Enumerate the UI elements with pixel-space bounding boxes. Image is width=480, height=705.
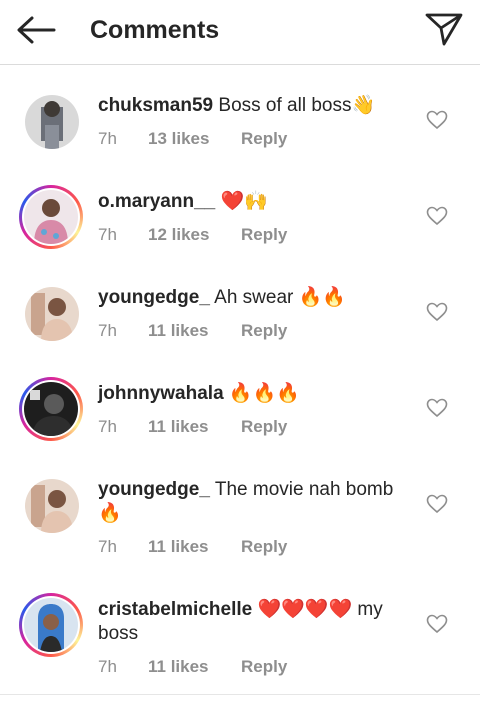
comment-text: o.maryann__ ❤️🙌	[98, 190, 408, 214]
comment-meta: 7h 11 likes Reply	[98, 320, 287, 342]
reply-button[interactable]: Reply	[241, 224, 287, 246]
comment-time: 7h	[98, 225, 117, 244]
reply-button[interactable]: Reply	[241, 416, 287, 438]
page-title: Comments	[90, 16, 220, 44]
heart-icon[interactable]	[426, 398, 448, 418]
avatar[interactable]	[19, 377, 83, 441]
comment-likes[interactable]: 11 likes	[148, 536, 241, 558]
comment-body: Ah swear 🔥🔥	[214, 287, 346, 308]
comment-meta: 7h 11 likes Reply	[98, 416, 287, 438]
paper-plane-icon[interactable]	[424, 11, 464, 47]
heart-icon[interactable]	[426, 206, 448, 226]
comment-time: 7h	[98, 321, 117, 340]
heart-icon[interactable]	[426, 614, 448, 634]
comment-text: johnnywahala 🔥🔥🔥	[98, 382, 408, 406]
avatar[interactable]	[25, 479, 79, 533]
comment-time: 7h	[98, 657, 117, 676]
comment-body: Boss of all boss👋	[218, 95, 376, 116]
avatar[interactable]	[19, 593, 83, 657]
comment-time: 7h	[98, 417, 117, 436]
comment-likes[interactable]: 11 likes	[148, 656, 241, 678]
comment-meta: 7h 11 likes Reply	[98, 656, 287, 678]
comment-username[interactable]: chuksman59	[98, 95, 213, 116]
reply-button[interactable]: Reply	[241, 536, 287, 558]
comment-username[interactable]: johnnywahala	[98, 383, 224, 404]
reply-button[interactable]: Reply	[241, 320, 287, 342]
divider	[0, 694, 480, 695]
heart-icon[interactable]	[426, 302, 448, 322]
comment-meta: 7h 11 likes Reply	[98, 536, 287, 558]
comment-likes[interactable]: 12 likes	[148, 224, 241, 246]
comment-likes[interactable]: 11 likes	[148, 416, 241, 438]
comment-meta: 7h 12 likes Reply	[98, 224, 287, 246]
comment-text: chuksman59 Boss of all boss👋	[98, 94, 408, 118]
avatar[interactable]	[19, 185, 83, 249]
reply-button[interactable]: Reply	[241, 656, 287, 678]
comment-meta: 7h 13 likes Reply	[98, 128, 287, 150]
avatar[interactable]	[25, 95, 79, 149]
comment-text: youngedge_ Ah swear 🔥🔥	[98, 286, 408, 310]
comment-likes[interactable]: 11 likes	[148, 320, 241, 342]
heart-icon[interactable]	[426, 494, 448, 514]
comment-list: chuksman59 Boss of all boss👋 7h 13 likes R…	[0, 65, 480, 705]
arrow-left-icon[interactable]	[14, 14, 58, 46]
comment-body: ❤️🙌	[220, 191, 268, 212]
heart-icon[interactable]	[426, 110, 448, 130]
comment-username[interactable]: youngedge_	[98, 287, 210, 308]
comment-username[interactable]: youngedge_	[98, 479, 210, 500]
comment-text: youngedge_ The movie nah bomb🔥	[98, 478, 408, 526]
comment-likes[interactable]: 13 likes	[148, 128, 241, 150]
avatar[interactable]	[25, 287, 79, 341]
comment-time: 7h	[98, 129, 117, 148]
top-bar: Comments	[0, 0, 480, 65]
comment-time: 7h	[98, 537, 117, 556]
reply-button[interactable]: Reply	[241, 128, 287, 150]
comment-text: cristabelmichelle ❤️❤️❤️❤️ my boss	[98, 598, 408, 646]
comment-body: 🔥🔥🔥	[228, 383, 300, 404]
comment-username[interactable]: o.maryann__	[98, 191, 215, 212]
comment-username[interactable]: cristabelmichelle	[98, 599, 252, 620]
